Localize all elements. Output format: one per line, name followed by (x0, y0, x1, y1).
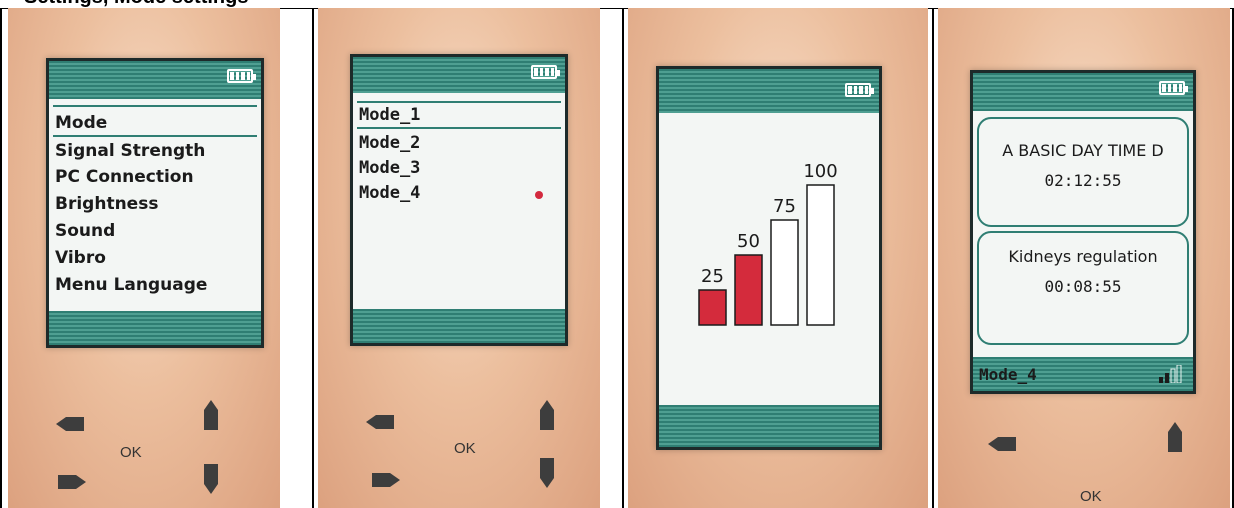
status-bar (353, 57, 565, 93)
bottom-bar (353, 309, 565, 343)
grid-divider (622, 8, 624, 508)
mode-item-1[interactable]: Mode_1 (359, 105, 420, 125)
session-time: 00:08:55 (1044, 277, 1122, 296)
divider (53, 105, 257, 107)
panel-mode-list: Mode_1 Mode_2 Mode_3 Mode_4 OK (318, 8, 600, 508)
menu-item-vibro[interactable]: Vibro (55, 248, 106, 268)
menu-item-menu-language[interactable]: Menu Language (55, 275, 207, 295)
left-arrow-key-icon[interactable] (988, 436, 1018, 452)
session-title: Kidneys regulation (1008, 247, 1158, 266)
menu-item-brightness[interactable]: Brightness (55, 194, 158, 214)
signal-strength-chart: 25 50 75 100 (698, 161, 838, 326)
session-card[interactable]: A BASIC DAY TIME D 02:12:55 (977, 117, 1189, 227)
signal-bar-label: 25 (701, 266, 724, 287)
footer-bar: Mode_4 (973, 357, 1193, 391)
ok-button[interactable]: OK (1080, 488, 1102, 505)
signal-bar-label: 50 (737, 231, 760, 252)
up-arrow-key-icon[interactable] (1168, 422, 1182, 452)
divider (357, 101, 561, 103)
device-screen: 25 50 75 100 (656, 66, 882, 450)
status-bar (49, 61, 261, 99)
mode-item-3[interactable]: Mode_3 (359, 158, 420, 178)
ok-button[interactable]: OK (120, 444, 142, 461)
down-arrow-key-icon[interactable] (540, 458, 554, 488)
session-title: A BASIC DAY TIME D (1002, 141, 1164, 160)
right-arrow-key-icon[interactable] (56, 474, 86, 490)
active-mode-indicator (535, 191, 543, 199)
signal-icon (1159, 365, 1182, 383)
bottom-bar (659, 405, 879, 447)
ok-button[interactable]: OK (454, 440, 476, 457)
down-arrow-key-icon[interactable] (204, 464, 218, 494)
grid-divider (0, 8, 2, 508)
signal-bar-25 (698, 289, 727, 326)
current-mode-label: Mode_4 (979, 365, 1037, 384)
left-arrow-key-icon[interactable] (366, 414, 396, 430)
screenshot-grid: Mode Signal Strength PC Connection Brigh… (0, 8, 1234, 508)
battery-icon (845, 83, 874, 97)
device-screen: Mode Signal Strength PC Connection Brigh… (46, 58, 264, 348)
panel-settings-menu: Mode Signal Strength PC Connection Brigh… (8, 8, 280, 508)
panel-signal-strength: 25 50 75 100 (628, 8, 928, 508)
status-bar (973, 73, 1193, 111)
session-time: 02:12:55 (1044, 171, 1122, 190)
battery-icon (227, 69, 256, 83)
battery-icon (1159, 81, 1188, 95)
signal-bar-75 (770, 219, 799, 326)
signal-bar-100 (806, 184, 835, 326)
session-card[interactable]: Kidneys regulation 00:08:55 (977, 231, 1189, 345)
grid-divider (312, 8, 314, 508)
device-screen: Mode_1 Mode_2 Mode_3 Mode_4 (350, 54, 568, 346)
panel-session-status: A BASIC DAY TIME D 02:12:55 Kidneys regu… (938, 8, 1230, 508)
signal-bar-label: 100 (803, 161, 837, 182)
mode-item-4[interactable]: Mode_4 (359, 183, 420, 203)
grid-divider (932, 8, 934, 508)
mode-item-2[interactable]: Mode_2 (359, 133, 420, 153)
bottom-bar (49, 311, 261, 345)
selection-underline (53, 135, 257, 137)
left-arrow-key-icon[interactable] (56, 416, 86, 432)
right-arrow-key-icon[interactable] (370, 472, 400, 488)
device-screen: A BASIC DAY TIME D 02:12:55 Kidneys regu… (970, 70, 1196, 394)
menu-item-mode[interactable]: Mode (55, 113, 107, 133)
up-arrow-key-icon[interactable] (204, 400, 218, 430)
up-arrow-key-icon[interactable] (540, 400, 554, 430)
signal-bar-50 (734, 254, 763, 326)
selection-underline (357, 127, 561, 129)
menu-item-signal-strength[interactable]: Signal Strength (55, 141, 205, 161)
menu-item-sound[interactable]: Sound (55, 221, 115, 241)
battery-icon (531, 65, 560, 79)
signal-bar-label: 75 (773, 196, 796, 217)
menu-item-pc-connection[interactable]: PC Connection (55, 167, 194, 187)
status-bar (659, 69, 879, 113)
